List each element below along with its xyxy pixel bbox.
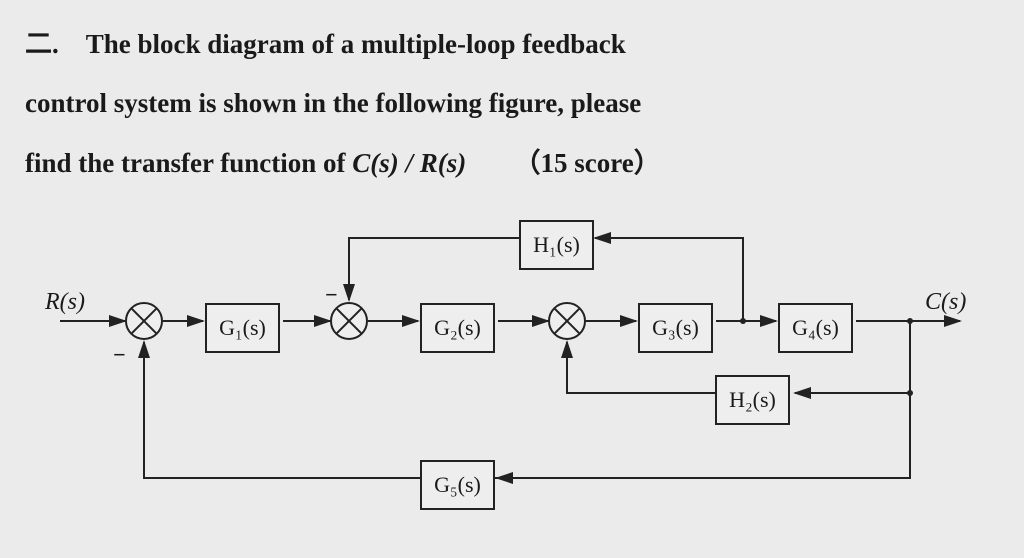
score: （15 score） bbox=[514, 148, 661, 178]
input-label: R(s) bbox=[45, 281, 85, 324]
summer-3 bbox=[548, 302, 586, 340]
block-G2: G₂(s) bbox=[420, 303, 495, 353]
problem-line1: The block diagram of a multiple-loop fee… bbox=[86, 29, 626, 59]
diagram-wires bbox=[25, 203, 985, 523]
problem-line2: control system is shown in the following… bbox=[25, 88, 641, 118]
block-G1: G₁(s) bbox=[205, 303, 280, 353]
problem-statement: 二. The block diagram of a multiple-loop … bbox=[25, 15, 999, 193]
block-G5: G₅(s) bbox=[420, 460, 495, 510]
block-G3: G₃(s) bbox=[638, 303, 713, 353]
block-diagram: R(s) C(s) − − G₁(s) G₂(s) G₃(s) G₄(s) H₁… bbox=[25, 203, 985, 523]
block-G4: G₄(s) bbox=[778, 303, 853, 353]
problem-line3: find the transfer function of bbox=[25, 148, 352, 178]
minus-sign-outer: − bbox=[113, 335, 126, 375]
block-H2: H₂(s) bbox=[715, 375, 790, 425]
problem-number: 二. bbox=[25, 29, 59, 59]
minus-sign-h1: − bbox=[325, 275, 338, 315]
output-label: C(s) bbox=[925, 281, 966, 324]
summer-1 bbox=[125, 302, 163, 340]
transfer-function: C(s) / R(s) bbox=[352, 148, 466, 178]
block-H1: H₁(s) bbox=[519, 220, 594, 270]
